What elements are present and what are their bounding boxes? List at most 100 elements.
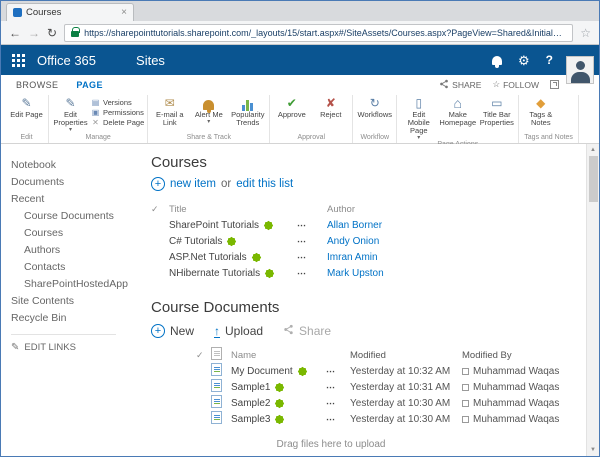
new-document-button[interactable]: + New [151,324,194,338]
sidebar-item-courses[interactable]: Courses [11,224,141,241]
versions-button[interactable]: ▤ Versions [91,98,144,107]
new-item-link[interactable]: new item [170,178,216,190]
select-all-check-icon[interactable]: ✓ [151,204,169,215]
ribbon-group-page-actions: ▯ Edit Mobile Page ▾ ⌂ Make Homepage ▭ T… [397,95,519,143]
focus-mode-icon[interactable] [550,80,559,89]
workflows-button[interactable]: ↻ Workflows [356,95,393,119]
author-link[interactable]: Allan Borner [327,220,382,231]
tab-close-icon[interactable]: × [121,8,127,18]
table-row[interactable]: C# Tutorials ⋯ Andy Onion [151,233,575,249]
sidebar-item-contacts[interactable]: Contacts [11,258,141,275]
title-bar-properties-button[interactable]: ▭ Title Bar Properties [478,95,515,127]
share-document-button[interactable]: Share [283,324,331,338]
item-menu-ellipsis[interactable]: ⋯ [297,252,327,263]
modified-by-user[interactable]: Muhammad Waqas [473,414,559,425]
edit-properties-button[interactable]: ✎ Edit Properties ▾ [52,95,89,133]
documents-table: ✓ Name Modified Modified By My Document … [196,347,575,427]
sidebar-item-recycle-bin[interactable]: Recycle Bin [11,309,141,326]
author-link[interactable]: Imran Amin [327,252,378,263]
edit-list-link[interactable]: edit this list [236,178,293,190]
author-link[interactable]: Mark Upston [327,268,384,279]
edit-mobile-page-button[interactable]: ▯ Edit Mobile Page ▾ [400,95,437,141]
permissions-button[interactable]: ▣ Permissions [91,108,144,117]
table-row[interactable]: My Document ⋯ Yesterday at 10:32 AM Muha… [196,363,575,379]
document-icon [211,363,222,376]
item-menu-ellipsis[interactable]: ⋯ [297,236,327,247]
back-button[interactable]: ← [9,27,21,39]
email-link-button[interactable]: ✉ E-mail a Link [151,95,188,127]
approve-button[interactable]: ✔ Approve [273,95,310,119]
upload-button[interactable]: ↑ Upload [214,324,263,338]
scroll-down-arrow[interactable]: ▼ [590,444,596,456]
settings-gear-icon[interactable]: ⚙ [518,54,530,67]
table-row[interactable]: Sample1 ⋯ Yesterday at 10:31 AM Muhammad… [196,379,575,395]
table-row[interactable]: SharePoint Tutorials ⋯ Allan Borner [151,217,575,233]
group-label-workflow: Workflow [356,134,393,143]
item-menu-ellipsis[interactable]: ⋯ [297,268,327,279]
share-button[interactable]: SHARE [439,79,481,91]
modified-by-user[interactable]: Muhammad Waqas [473,398,559,409]
sidebar-item-notebook[interactable]: Notebook [11,156,141,173]
sidebar-item-documents[interactable]: Documents [11,173,141,190]
modified-by-user[interactable]: Muhammad Waqas [473,366,559,377]
browser-window: Courses × ← → ↻ https://sharepointtutori… [0,0,600,457]
table-row[interactable]: NHibernate Tutorials ⋯ Mark Upston [151,265,575,281]
column-title[interactable]: Title [169,204,297,215]
documents-heading[interactable]: Course Documents [151,299,575,316]
sidebar-item-sharepointhostedapp[interactable]: SharePointHostedApp [11,275,141,292]
column-modified[interactable]: Modified [350,350,462,361]
column-modified-by[interactable]: Modified By [462,350,575,361]
popularity-trends-button[interactable]: Popularity Trends [229,95,266,127]
office365-brand[interactable]: Office 365 [37,53,96,68]
sites-nav-link[interactable]: Sites [136,53,165,68]
scroll-up-arrow[interactable]: ▲ [590,144,596,156]
group-label-manage: Manage [52,134,144,143]
column-author[interactable]: Author [327,204,575,215]
make-homepage-button[interactable]: ⌂ Make Homepage [439,95,476,127]
follow-button[interactable]: ☆FOLLOW [492,79,539,90]
select-all-check-icon[interactable]: ✓ [196,350,211,361]
reject-button[interactable]: ✘ Reject [312,95,349,119]
sidebar-item-authors[interactable]: Authors [11,241,141,258]
browser-tab[interactable]: Courses × [6,3,134,21]
column-name[interactable]: Name [231,350,326,361]
courses-heading[interactable]: Courses [151,154,575,171]
envelope-icon: ✉ [165,96,175,111]
scrollbar-thumb[interactable] [589,156,598,202]
group-label-approval: Approval [273,134,349,143]
table-row[interactable]: ASP.Net Tutorials ⋯ Imran Amin [151,249,575,265]
edit-page-button[interactable]: ✎ Edit Page [8,95,45,119]
sidebar-item-course-documents[interactable]: Course Documents [11,207,141,224]
item-menu-ellipsis[interactable]: ⋯ [297,220,327,231]
table-row[interactable]: Sample3 ⋯ Yesterday at 10:30 AM Muhammad… [196,411,575,427]
url-field[interactable]: https://sharepointtutorials.sharepoint.c… [64,24,573,42]
tab-browse[interactable]: BROWSE [7,77,67,93]
url-text: https://sharepointtutorials.sharepoint.c… [84,28,566,38]
sidebar-item-recent[interactable]: Recent [11,190,141,207]
help-button[interactable]: ? [546,53,553,67]
item-menu-ellipsis[interactable]: ⋯ [326,366,350,377]
table-row[interactable]: Sample2 ⋯ Yesterday at 10:30 AM Muhammad… [196,395,575,411]
alert-bell-icon [203,96,214,111]
author-link[interactable]: Andy Onion [327,236,379,247]
tab-page[interactable]: PAGE [67,77,111,93]
vertical-scrollbar[interactable]: ▲ ▼ [586,144,599,456]
bookmark-star-icon[interactable]: ☆ [580,26,591,40]
refresh-button[interactable]: ↻ [47,27,57,39]
item-menu-ellipsis[interactable]: ⋯ [326,382,350,393]
plus-icon: + [151,324,165,338]
chevron-down-icon: ▾ [69,127,72,133]
user-avatar[interactable] [566,56,594,84]
delete-page-button[interactable]: ✕ Delete Page [91,118,144,127]
notifications-bell-icon[interactable] [492,56,502,65]
edit-links-button[interactable]: ✎ EDIT LINKS [11,342,141,353]
tags-notes-button[interactable]: ◆ Tags & Notes [522,95,559,127]
item-menu-ellipsis[interactable]: ⋯ [326,398,350,409]
alert-me-button[interactable]: Alert Me ▾ [190,95,227,125]
presence-indicator [462,400,469,407]
modified-by-user[interactable]: Muhammad Waqas [473,382,559,393]
item-menu-ellipsis[interactable]: ⋯ [326,414,350,425]
forward-button[interactable]: → [28,27,40,39]
sidebar-item-site-contents[interactable]: Site Contents [11,292,141,309]
app-launcher-button[interactable] [1,45,35,75]
